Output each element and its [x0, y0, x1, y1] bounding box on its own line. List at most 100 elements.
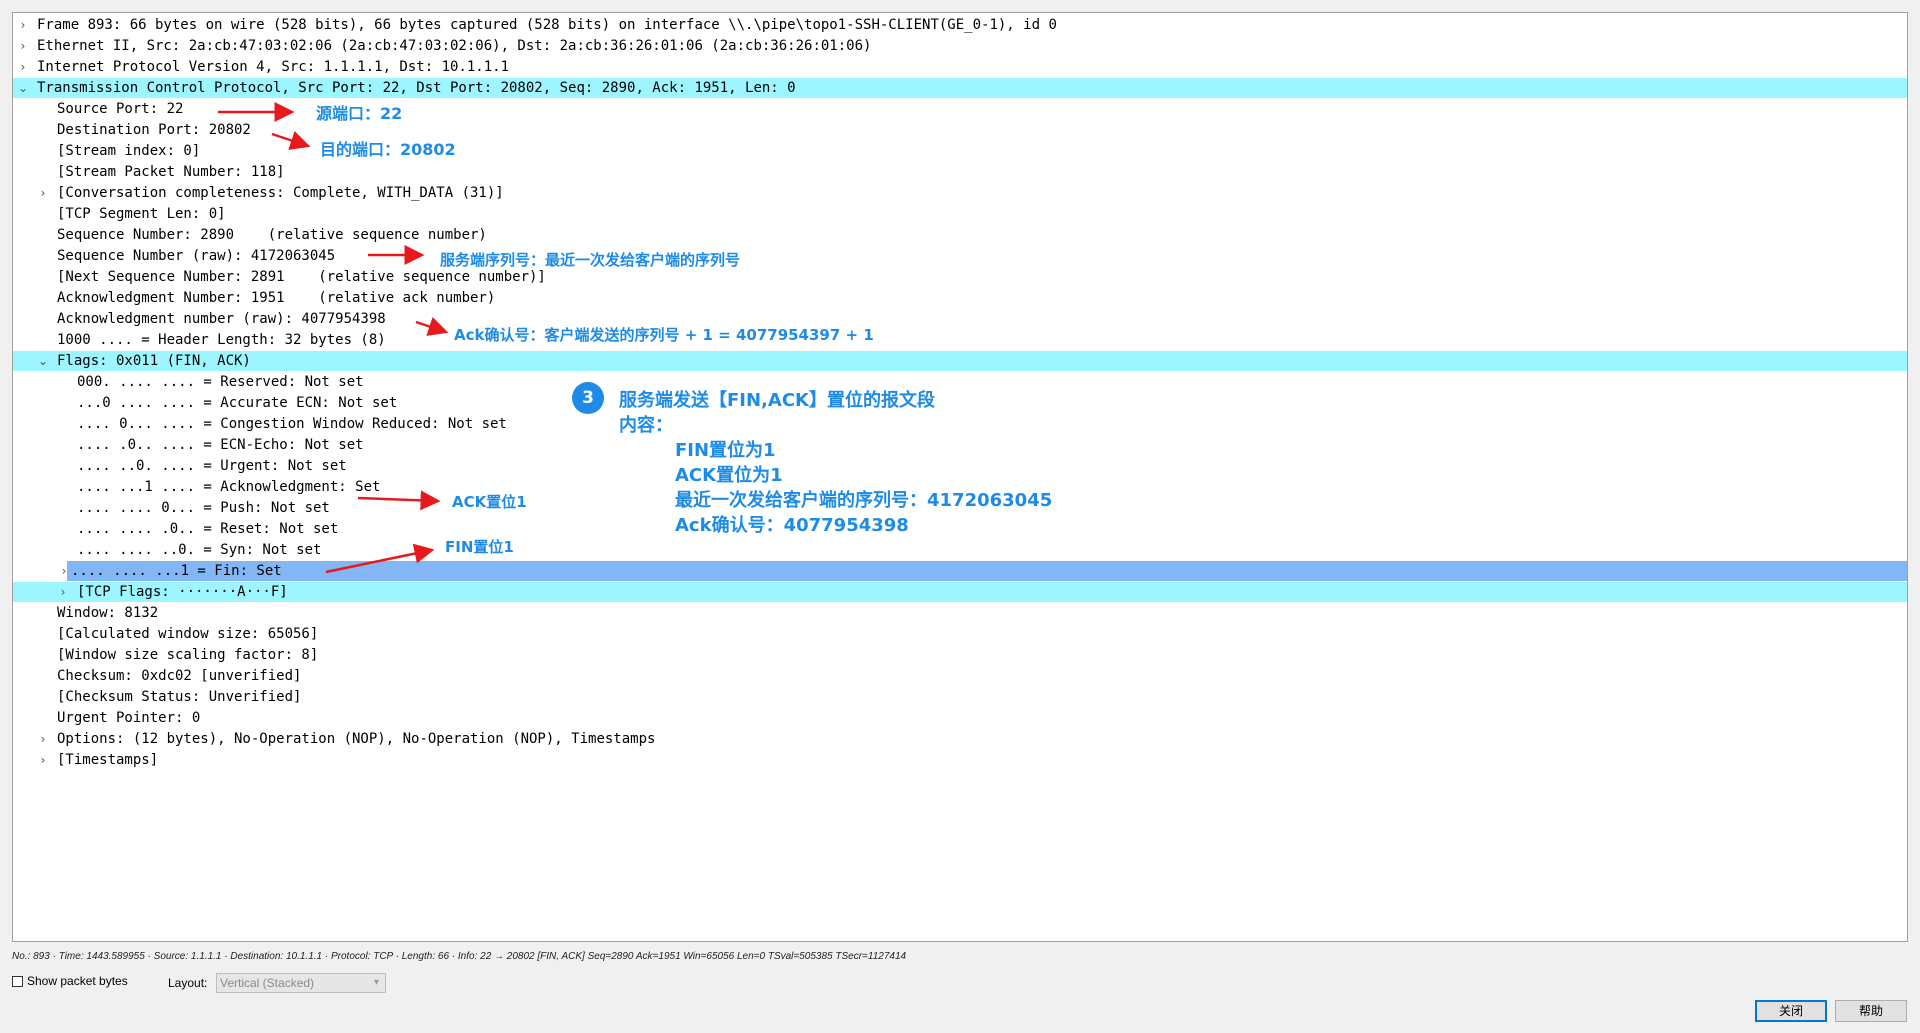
- layout-select-value: Vertical (Stacked): [220, 976, 315, 990]
- tree-row[interactable]: Destination Port: 20802: [13, 120, 1907, 140]
- tree-row[interactable]: Checksum: 0xdc02 [unverified]: [13, 666, 1907, 686]
- tree-row[interactable]: › [TCP Flags: ·······A···F]: [13, 582, 1907, 602]
- summary-content-label: 内容：: [619, 415, 673, 436]
- tree-row-text: Checksum: 0xdc02 [unverified]: [57, 668, 302, 684]
- tree-row-text: [Calculated window size: 65056]: [57, 626, 319, 642]
- tree-row-text: .... .... ...1 = Fin: Set: [71, 563, 282, 579]
- expand-chevron-icon[interactable]: ›: [36, 729, 50, 749]
- tree-row-text: Internet Protocol Version 4, Src: 1.1.1.…: [37, 59, 510, 75]
- tree-row[interactable]: Window: 8132: [13, 603, 1907, 623]
- tree-row[interactable]: .... 0... .... = Congestion Window Reduc…: [13, 414, 1907, 434]
- layout-label: Layout:: [168, 976, 208, 990]
- tree-row[interactable]: .... .0.. .... = ECN-Echo: Not set: [13, 435, 1907, 455]
- tree-row[interactable]: [Next Sequence Number: 2891 (relative se…: [13, 267, 1907, 287]
- close-button[interactable]: 关闭: [1755, 1000, 1827, 1022]
- tree-row-text: [Conversation completeness: Complete, WI…: [57, 185, 504, 201]
- collapse-chevron-icon[interactable]: ⌄: [36, 351, 50, 371]
- expand-chevron-icon[interactable]: ›: [16, 57, 30, 77]
- tree-row-text: Source Port: 22: [57, 101, 184, 117]
- annotation-ack-flag: ACK置位1: [452, 493, 527, 511]
- summary-line: FIN置位为1: [675, 440, 776, 461]
- tree-row[interactable]: 000. .... .... = Reserved: Not set: [13, 372, 1907, 392]
- show-packet-bytes-label: Show packet bytes: [27, 974, 128, 988]
- packet-summary-status: No.: 893 · Time: 1443.589955 · Source: 1…: [12, 951, 907, 962]
- tree-row[interactable]: › [Timestamps]: [13, 750, 1907, 770]
- tree-row[interactable]: .... .... ..0. = Syn: Not set: [13, 540, 1907, 560]
- tree-row[interactable]: [Stream Packet Number: 118]: [13, 162, 1907, 182]
- annotation-src-port: 源端口：22: [316, 104, 403, 123]
- tree-row-text: Destination Port: 20802: [57, 122, 251, 138]
- tree-row[interactable]: Sequence Number: 2890 (relative sequence…: [13, 225, 1907, 245]
- tree-row-text: [Stream Packet Number: 118]: [57, 164, 285, 180]
- tree-row-text: .... .... 0... = Push: Not set: [77, 500, 330, 516]
- summary-line: Ack确认号：4077954398: [675, 515, 909, 536]
- expand-chevron-icon[interactable]: ›: [36, 750, 50, 770]
- tree-row[interactable]: Acknowledgment Number: 1951 (relative ac…: [13, 288, 1907, 308]
- summary-line: 最近一次发给客户端的序列号：4172063045: [675, 490, 1053, 511]
- tree-row[interactable]: ...0 .... .... = Accurate ECN: Not set: [13, 393, 1907, 413]
- tree-row-text: Urgent Pointer: 0: [57, 710, 201, 726]
- tree-row-text: Acknowledgment Number: 1951 (relative ac…: [57, 290, 496, 306]
- tree-row[interactable]: [Window size scaling factor: 8]: [13, 645, 1907, 665]
- expand-chevron-icon[interactable]: ›: [36, 183, 50, 203]
- tree-row[interactable]: › Ethernet II, Src: 2a:cb:47:03:02:06 (2a…: [13, 36, 1907, 56]
- expand-chevron-icon[interactable]: ›: [16, 15, 30, 35]
- tree-row[interactable]: [Stream index: 0]: [13, 141, 1907, 161]
- tree-row[interactable]: [Checksum Status: Unverified]: [13, 687, 1907, 707]
- help-button[interactable]: 帮助: [1835, 1000, 1907, 1022]
- tree-row[interactable]: › Internet Protocol Version 4, Src: 1.1.1…: [13, 57, 1907, 77]
- expand-chevron-icon[interactable]: ›: [16, 36, 30, 56]
- tree-row-text: [Stream index: 0]: [57, 143, 201, 159]
- tree-row[interactable]: [Calculated window size: 65056]: [13, 624, 1907, 644]
- tree-row-text: Transmission Control Protocol, Src Port:…: [37, 80, 796, 96]
- layout-select: Vertical (Stacked) ▾: [216, 973, 386, 993]
- tree-row-text: .... .... ..0. = Syn: Not set: [77, 542, 322, 558]
- tree-row-text: .... ..0. .... = Urgent: Not set: [77, 458, 347, 474]
- tree-row[interactable]: Acknowledgment number (raw): 4077954398: [13, 309, 1907, 329]
- tree-row-text: [Checksum Status: Unverified]: [57, 689, 302, 705]
- tree-row-text: Sequence Number (raw): 4172063045: [57, 248, 336, 264]
- tree-row-text: Ethernet II, Src: 2a:cb:47:03:02:06 (2a:…: [37, 38, 872, 54]
- step-badge: 3: [572, 382, 604, 414]
- checkbox-box[interactable]: [12, 976, 23, 987]
- chevron-down-icon: ▾: [373, 977, 379, 988]
- tree-row-text: Sequence Number: 2890 (relative sequence…: [57, 227, 487, 243]
- tree-row-text: 000. .... .... = Reserved: Not set: [77, 374, 364, 390]
- tree-row-text: .... 0... .... = Congestion Window Reduc…: [77, 416, 507, 432]
- tree-row-text: Acknowledgment number (raw): 4077954398: [57, 311, 386, 327]
- tree-row-text: Flags: 0x011 (FIN, ACK): [57, 353, 251, 369]
- tree-row-text: .... ...1 .... = Acknowledgment: Set: [77, 479, 381, 495]
- expand-chevron-icon[interactable]: ›: [56, 582, 70, 602]
- tree-row-text: .... .0.. .... = ECN-Echo: Not set: [77, 437, 364, 453]
- tree-row[interactable]: ⌄ Flags: 0x011 (FIN, ACK): [13, 351, 1907, 371]
- tree-row[interactable]: › [Conversation completeness: Complete, W…: [13, 183, 1907, 203]
- tree-row-text: [Next Sequence Number: 2891 (relative se…: [57, 269, 546, 285]
- tree-row[interactable]: ⌄ Transmission Control Protocol, Src Port…: [13, 78, 1907, 98]
- packet-details-tree[interactable]: › Frame 893: 66 bytes on wire (528 bits),…: [12, 12, 1908, 942]
- show-packet-bytes-checkbox[interactable]: Show packet bytes: [12, 974, 128, 988]
- tree-row-text: [TCP Segment Len: 0]: [57, 206, 226, 222]
- tree-row-text: [Window size scaling factor: 8]: [57, 647, 319, 663]
- tree-row[interactable]: .... ..0. .... = Urgent: Not set: [13, 456, 1907, 476]
- tree-row[interactable]: Source Port: 22: [13, 99, 1907, 119]
- tree-row-text: Options: (12 bytes), No-Operation (NOP),…: [57, 731, 656, 747]
- expand-chevron-icon[interactable]: ›: [57, 561, 71, 581]
- tree-row[interactable]: 1000 .... = Header Length: 32 bytes (8): [13, 330, 1907, 350]
- annotation-dst-port: 目的端口：20802: [320, 140, 456, 159]
- tree-row[interactable]: Urgent Pointer: 0: [13, 708, 1907, 728]
- collapse-chevron-icon[interactable]: ⌄: [16, 78, 30, 98]
- tree-row[interactable]: Sequence Number (raw): 4172063045: [13, 246, 1907, 266]
- tree-row[interactable]: [TCP Segment Len: 0]: [13, 204, 1907, 224]
- tree-row-text: Window: 8132: [57, 605, 159, 621]
- summary-title: 服务端发送【FIN,ACK】置位的报文段: [619, 390, 935, 411]
- tree-row-text: [Timestamps]: [57, 752, 159, 768]
- tree-row[interactable]: ›.... .... ...1 = Fin: Set: [62, 561, 1907, 581]
- tree-row-text: Frame 893: 66 bytes on wire (528 bits), …: [37, 17, 1057, 33]
- tree-row-text: [TCP Flags: ·······A···F]: [77, 584, 288, 600]
- tree-row-text: ...0 .... .... = Accurate ECN: Not set: [77, 395, 398, 411]
- tree-row[interactable]: › Options: (12 bytes), No-Operation (NOP)…: [13, 729, 1907, 749]
- annotation-ack-raw: Ack确认号：客户端发送的序列号 + 1 = 4077954397 + 1: [454, 326, 874, 344]
- tree-row[interactable]: › Frame 893: 66 bytes on wire (528 bits),…: [13, 15, 1907, 35]
- tree-row[interactable]: .... .... .0.. = Reset: Not set: [13, 519, 1907, 539]
- tree-row-text: .... .... .0.. = Reset: Not set: [77, 521, 339, 537]
